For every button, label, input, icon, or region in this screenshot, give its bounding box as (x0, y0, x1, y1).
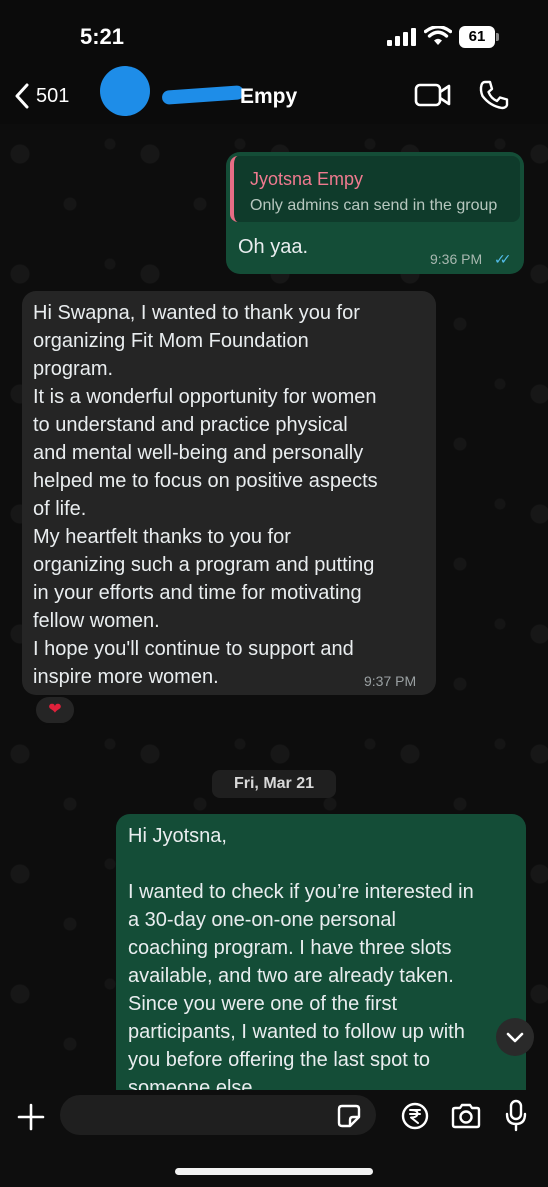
message-line: you before offering the last spot to (128, 1049, 431, 1071)
chat-area[interactable]: Jyotsna Empy Only admins can send in the… (0, 124, 548, 1090)
battery-level: 61 (459, 26, 495, 48)
avatar[interactable] (100, 66, 150, 116)
message-line: Hi Swapna, I wanted to thank you for (33, 302, 360, 324)
back-chevron-icon (15, 83, 29, 109)
video-call-icon[interactable] (414, 82, 452, 108)
message-line: program. (33, 358, 114, 380)
camera-icon[interactable] (450, 1102, 482, 1130)
message-line: someone else. (128, 1077, 259, 1090)
message-line: of life. (33, 498, 87, 520)
contact-name[interactable]: Empy (240, 85, 297, 109)
message-line: Since you were one of the first (128, 993, 398, 1015)
message-line: in your efforts and time for motivating (33, 582, 362, 604)
message-text: Oh yaa. (238, 236, 309, 258)
read-receipt-icon: ✓✓ (494, 251, 512, 267)
message-line: participants, I wanted to follow up with (128, 1021, 465, 1043)
sticker-icon[interactable] (336, 1103, 362, 1129)
message-time: 9:36 PM (430, 251, 483, 267)
message-line: I hope you'll continue to support and (33, 638, 354, 660)
message-bubble-incoming[interactable]: Hi Swapna, I wanted to thank you for org… (22, 291, 436, 695)
message-line: organizing Fit Mom Foundation (33, 330, 309, 352)
phone-icon[interactable] (478, 80, 510, 110)
message-bubble-outgoing[interactable]: Jyotsna Empy Only admins can send in the… (226, 152, 524, 274)
quoted-message[interactable]: Jyotsna Empy Only admins can send in the… (230, 156, 520, 222)
message-line: fellow women. (33, 610, 160, 632)
battery-icon: 61 (459, 26, 499, 48)
message-line: organizing such a program and putting (33, 554, 375, 576)
signal-icon (387, 28, 416, 46)
message-line: I wanted to check if you’re interested i… (128, 881, 474, 903)
message-line: coaching program. I have three slots (128, 937, 452, 959)
message-bubble-outgoing[interactable]: Hi Jyotsna, I wanted to check if you’re … (116, 814, 526, 1090)
unread-count: 501 (36, 84, 70, 107)
home-indicator (175, 1168, 373, 1175)
redaction-mark (161, 85, 245, 105)
status-time: 5:21 (80, 24, 125, 49)
scroll-to-bottom-button[interactable] (496, 1018, 534, 1056)
message-composer (0, 1090, 548, 1187)
plus-icon[interactable] (16, 1102, 46, 1132)
message-line: Hi Jyotsna, (128, 825, 227, 847)
mic-icon[interactable] (505, 1099, 527, 1133)
message-line: inspire more women. (33, 666, 219, 688)
chat-header: 501 Empy (0, 62, 548, 124)
quoted-author: Jyotsna Empy (250, 169, 364, 189)
message-line: helped me to focus on positive aspects (33, 470, 378, 492)
message-line: It is a wonderful opportunity for women (33, 386, 377, 408)
message-line: available, and two are already taken. (128, 965, 454, 987)
wifi-icon (424, 26, 452, 45)
message-line: a 30-day one-on-one personal (128, 909, 396, 931)
message-time: 9:37 PM (364, 673, 417, 689)
chevron-down-icon (506, 1032, 524, 1043)
heart-icon[interactable]: ❤ (34, 695, 76, 725)
message-line: to understand and practice physical (33, 414, 348, 436)
message-line: and mental well-being and personally (33, 442, 364, 464)
back-button[interactable]: 501 (14, 80, 84, 112)
message-input[interactable] (60, 1095, 376, 1135)
date-divider: Fri, Mar 21 (212, 770, 336, 798)
message-line: My heartfelt thanks to you for (33, 526, 291, 548)
quoted-text: Only admins can send in the group (250, 197, 498, 214)
rupee-icon[interactable] (401, 1102, 429, 1130)
